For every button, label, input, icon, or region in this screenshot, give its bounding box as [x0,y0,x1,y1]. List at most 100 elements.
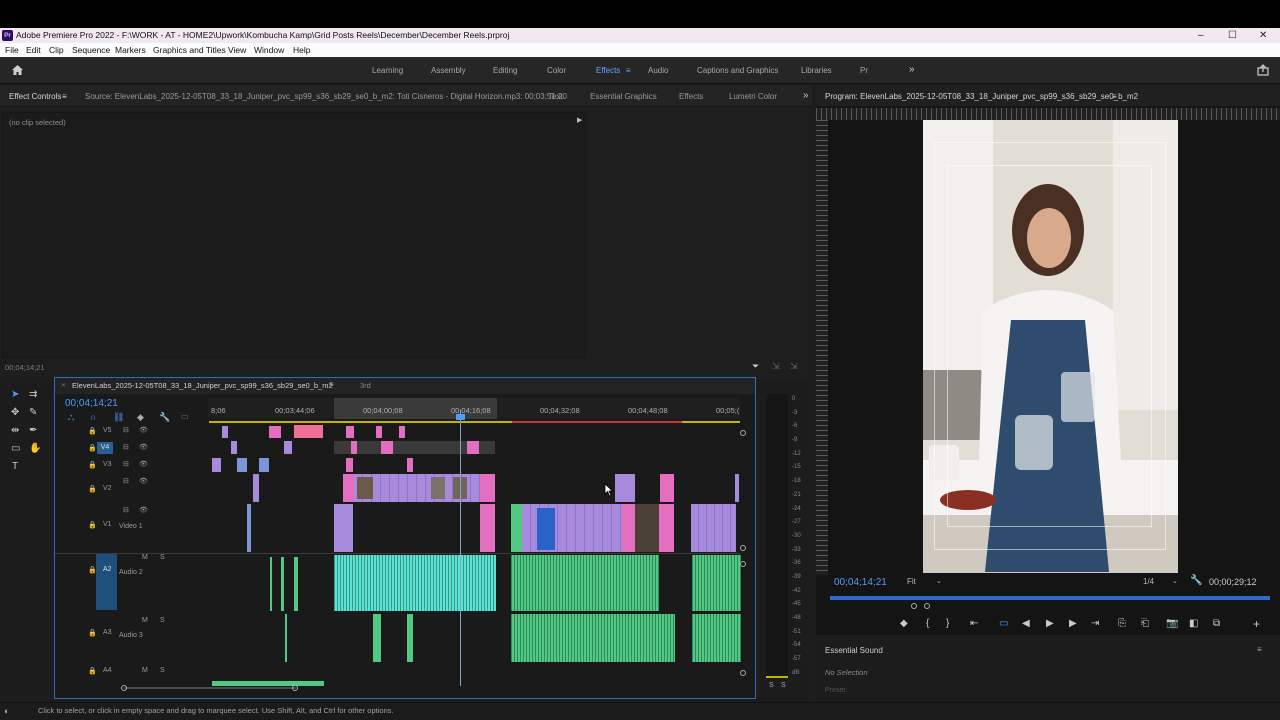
quality-dropdown[interactable]: 1/4 [1143,577,1154,586]
video-clip[interactable] [237,458,247,472]
insert-icon[interactable]: ⎘ [1118,618,1126,629]
workspace-color[interactable]: Color [547,66,566,75]
snap-icon[interactable]: ∩ [90,412,96,422]
export-frame-icon[interactable]: ⇲ [772,361,780,372]
workspace-libraries[interactable]: Libraries [801,66,832,75]
lock-icon[interactable]: 🔒 [88,667,97,675]
lock-icon[interactable]: 🔒 [88,427,97,435]
audio-clip[interactable] [285,614,287,662]
wrench-icon[interactable]: 🔧 [159,412,170,423]
filter-icon[interactable]: ⏷ [752,361,759,372]
tab-lumetri-color[interactable]: Lumetri Color [729,92,777,101]
slip-tool-icon[interactable]: ⇹ [11,425,19,436]
eye-icon[interactable]: 👁 [139,477,148,485]
solo-toggle[interactable]: S [160,554,165,561]
linked-selection-icon[interactable]: ⛓ [113,412,124,423]
video-clip[interactable] [467,441,479,454]
lock-icon[interactable]: 🔒 [88,444,97,452]
tab-essential-graphics[interactable]: Essential Graphics [590,92,657,101]
meter-solo-right[interactable]: S [781,682,786,689]
zoom-handle-right[interactable] [924,603,930,609]
quality-chevron-down-icon[interactable]: ⌄ [1172,577,1178,585]
track-label-v2[interactable]: V2 [103,485,112,492]
program-menu-icon[interactable]: ≡ [1112,92,1117,101]
captions-icon[interactable]: ▭ [181,412,189,421]
workspace-editing[interactable]: Editing [493,66,517,75]
play-button[interactable]: ▶ [1046,618,1054,629]
video-clip[interactable] [622,504,635,552]
workspace-audio[interactable]: Audio [648,66,668,75]
lock-icon[interactable]: 🔒 [88,485,97,493]
scroll-handle-left[interactable] [121,685,127,691]
video-clip[interactable] [381,441,393,454]
workspace-pr[interactable]: Pr [860,66,868,75]
tab-effects[interactable]: Effects [679,92,703,101]
eye-icon[interactable]: 👁 [139,460,148,468]
tab-text[interactable]: Text [548,92,563,101]
proxy-toggle-icon[interactable]: ⧉ [1213,618,1220,629]
video-clip[interactable] [343,474,354,502]
lift-icon[interactable]: ▭ [999,618,1008,629]
minimize-button[interactable]: – [1198,28,1204,43]
mute-toggle[interactable]: M [142,617,148,624]
tab-effect-controls-menu-icon[interactable]: ≡ [62,92,67,101]
export-frame-icon[interactable]: 📷 [1166,618,1178,629]
video-clip[interactable] [735,474,739,502]
eye-icon[interactable]: 👁 [139,443,148,451]
selection-tool-icon[interactable]: ➤ [11,389,19,400]
video-clip[interactable] [351,441,357,454]
track-label-v3[interactable]: V3 [103,461,112,468]
track-label-a4[interactable]: A4 [103,667,112,674]
lock-icon[interactable]: 🔒 [88,629,97,637]
nest-icon[interactable]: ⛬ [68,412,74,423]
tabs-more-icon[interactable]: » [803,90,809,101]
menu-graphics-titles[interactable]: Graphics and Titles [153,43,226,57]
eye-icon[interactable]: 👁 [139,426,148,434]
tab-source[interactable]: Source: ElevenLabs_2025-12-05T08_33_18_J… [85,92,567,101]
scroll-handle-right[interactable] [292,685,298,691]
mute-toggle[interactable]: M [142,667,148,674]
video-clip[interactable] [511,504,522,552]
video-clip[interactable] [247,504,251,552]
essential-sound-menu-icon[interactable]: ≡ [1257,645,1262,654]
video-clip[interactable] [615,474,635,502]
program-scrubber[interactable] [830,596,1270,600]
menu-window[interactable]: Window [254,43,284,57]
type-tool-icon[interactable]: T [12,461,18,472]
vertical-scroll-handle[interactable] [740,670,746,676]
maximize-button[interactable]: ☐ [1228,28,1237,43]
close-tab-icon[interactable]: ✕ [61,382,66,389]
pen-tool-icon[interactable]: ✒ [29,425,37,436]
sync-lock-icon[interactable]: ⊟ [123,477,129,485]
audio-clip[interactable] [373,614,381,662]
menu-markers[interactable]: Markers [115,43,146,57]
return-icon[interactable]: ⇲ [790,361,798,372]
audio-clip[interactable] [281,557,284,611]
lock-icon[interactable]: 🔒 [88,521,97,529]
solo-toggle[interactable]: S [160,617,165,624]
sync-lock-icon[interactable]: ⊟ [123,460,129,468]
video-clip[interactable] [659,504,674,552]
track-label-a3[interactable]: A3 [103,629,112,636]
mark-in-icon[interactable]: { [926,618,929,629]
playhead[interactable] [460,410,461,686]
go-to-out-icon[interactable]: ⇥ [1091,618,1099,629]
video-clip[interactable] [284,441,292,454]
razor-tool-icon[interactable]: ✎ [29,407,37,418]
lock-icon[interactable]: 🔒 [88,461,97,469]
menu-file[interactable]: File [5,43,19,57]
track-label-v5[interactable]: V5 [103,427,112,434]
settings-wrench-icon[interactable]: 🔧 [1190,575,1202,586]
step-forward-icon[interactable]: ▶ [1069,618,1077,629]
video-clip[interactable] [660,474,674,502]
add-button-icon[interactable]: + [1253,617,1260,631]
eye-icon[interactable]: 👁 [139,506,148,514]
sync-lock-icon[interactable]: ⊟ [123,506,129,514]
mark-out-icon[interactable]: } [946,618,949,629]
step-back-icon[interactable]: ◀ [1022,618,1030,629]
ripple-edit-tool-icon[interactable]: ✥ [11,407,19,418]
video-clip[interactable] [222,426,228,438]
track-label-v1[interactable]: V1 [103,521,112,528]
workspace-effects[interactable]: Effects [596,66,620,75]
video-clip[interactable] [480,504,495,552]
